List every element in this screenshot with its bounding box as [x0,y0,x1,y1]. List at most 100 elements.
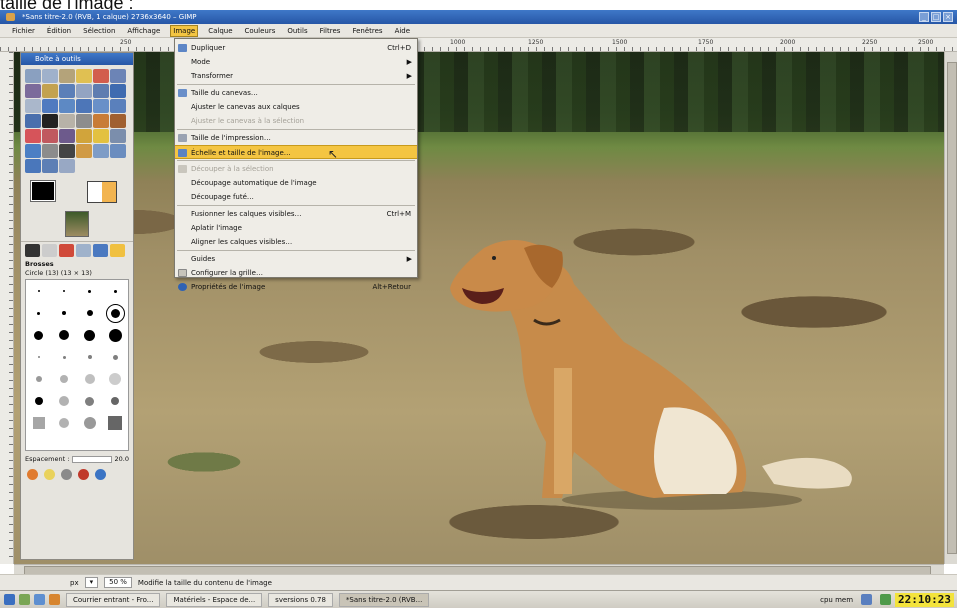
menu-image[interactable]: Image [170,24,199,37]
brush-item[interactable] [59,396,70,406]
brush-item[interactable] [62,355,66,359]
brushes-tab-icon[interactable] [25,244,40,257]
brush-item[interactable] [37,356,40,358]
color-picker-tool-icon[interactable] [59,84,75,98]
menu-outils[interactable]: Outils [285,26,309,36]
free-select-tool-icon[interactable] [59,69,75,83]
duplicate-brush-icon[interactable] [61,469,72,480]
refresh-brushes-icon[interactable] [95,469,106,480]
brush-item[interactable] [108,328,122,342]
brush-item[interactable] [88,289,92,293]
show-desktop-icon[interactable] [19,594,30,605]
undo-tab-icon[interactable] [110,244,125,257]
dodge-burn-tool-icon[interactable] [59,144,75,158]
brush-item[interactable] [86,310,93,316]
menu-item-dupliquer[interactable]: Dupliquer Ctrl+D [175,41,417,55]
network-icon[interactable] [861,594,873,605]
menu-item-fusionner-calques[interactable]: Fusionner les calques visibles… Ctrl+M [175,207,417,221]
brush-item[interactable] [59,418,70,428]
eraser-tool-icon[interactable] [25,129,41,143]
brush-item[interactable] [85,396,95,406]
clock[interactable]: 22:10:23 [895,592,954,607]
clone-tool-icon[interactable] [76,129,92,143]
brush-item[interactable] [37,290,40,292]
brush-item[interactable] [63,290,66,292]
crop-tool-icon[interactable] [42,99,58,113]
paintbrush-tool-icon[interactable] [110,114,126,128]
menu-item-decouper-selection[interactable]: Découper à la sélection [175,162,417,176]
horizontal-ruler[interactable]: 250 500 750 1000 1250 1500 1750 2000 225… [0,38,957,52]
vertical-scrollbar[interactable] [944,52,957,564]
brush-item[interactable] [113,289,117,293]
foreground-color-swatch[interactable] [30,180,56,202]
brush-item[interactable] [32,417,45,429]
menu-selection[interactable]: Sélection [81,26,117,36]
menu-fichier[interactable]: Fichier [10,26,37,36]
airbrush-tool-icon[interactable] [42,129,58,143]
toolbox-title[interactable]: Boîte à outils [21,53,133,65]
taskbar-item-sversions[interactable]: sversions 0.78 [268,592,333,607]
perspective-tool-icon[interactable] [110,99,126,113]
fonts-tab-icon[interactable] [76,244,91,257]
rect-select-tool-icon[interactable] [25,69,41,83]
menu-item-guides[interactable]: Guides ▶ [175,252,417,266]
brush-item-selected[interactable] [105,303,125,323]
brush-item[interactable] [34,397,43,405]
vertical-ruler[interactable] [0,52,14,564]
brush-item[interactable] [87,355,92,359]
extra-tool-icon[interactable] [42,159,58,173]
ellipse-select-tool-icon[interactable] [42,69,58,83]
brush-item[interactable] [108,416,123,430]
tool-options-tab-icon[interactable] [93,244,108,257]
menu-edition[interactable]: Édition [45,26,73,36]
heal-tool-icon[interactable] [93,129,109,143]
menu-filtres[interactable]: Filtres [318,26,343,36]
rotate-tool-icon[interactable] [59,99,75,113]
blend-tool-icon[interactable] [76,114,92,128]
update-icon[interactable] [880,594,892,605]
menu-item-proprietes-image[interactable]: Propriétés de l'image Alt+Retour [175,280,417,294]
smudge-tool-icon[interactable] [42,144,58,158]
menu-item-echelle-taille-image[interactable]: Échelle et taille de l'image… [175,145,417,159]
spacing-slider[interactable] [72,455,112,463]
gradients-tab-icon[interactable] [59,244,74,257]
maximize-icon[interactable]: □ [931,12,941,22]
mail-launcher-icon[interactable] [49,594,60,605]
extra-tool-icon[interactable] [93,144,109,158]
brush-pattern-swatch[interactable] [87,181,117,203]
brush-grid[interactable] [25,279,129,451]
menu-item-mode[interactable]: Mode ▶ [175,55,417,69]
close-icon[interactable]: × [943,12,953,22]
menu-aide[interactable]: Aide [393,26,412,36]
menu-item-taille-impression[interactable]: Taille de l'impression… [175,131,417,145]
brush-item[interactable] [37,311,41,315]
zoom-tool-icon[interactable] [76,84,92,98]
menu-item-configurer-grille[interactable]: Configurer la grille… [175,266,417,280]
align-tool-icon[interactable] [25,99,41,113]
brush-item[interactable] [111,397,120,405]
image-canvas[interactable] [14,52,944,564]
window-titlebar[interactable]: *Sans titre-2.0 (RVB, 1 calque) 2736x364… [0,10,957,24]
brush-item[interactable] [112,354,118,360]
taskbar-item-materiels[interactable]: Matériels - Espace de... [166,592,263,607]
horizontal-scrollbar[interactable] [14,564,944,575]
pencil-tool-icon[interactable] [93,114,109,128]
menu-fenetres[interactable]: Fenêtres [350,26,384,36]
ink-tool-icon[interactable] [59,129,75,143]
brush-item[interactable] [35,376,42,382]
scale-tool-icon[interactable] [76,99,92,113]
bucket-fill-tool-icon[interactable] [59,114,75,128]
menu-couleurs[interactable]: Couleurs [243,26,278,36]
measure-tool-icon[interactable] [93,84,109,98]
patterns-tab-icon[interactable] [42,244,57,257]
start-menu-icon[interactable] [4,594,15,605]
menu-item-aplatir[interactable]: Aplatir l'image [175,221,417,235]
unit-select[interactable]: ▾ [84,577,99,588]
menu-calque[interactable]: Calque [206,26,234,36]
delete-brush-icon[interactable] [78,469,89,480]
minimize-icon[interactable]: _ [919,12,929,22]
menu-item-transformer[interactable]: Transformer ▶ [175,69,417,83]
foreground-select-tool-icon[interactable] [25,84,41,98]
brush-item[interactable] [83,417,96,429]
brush-item[interactable] [84,329,96,341]
